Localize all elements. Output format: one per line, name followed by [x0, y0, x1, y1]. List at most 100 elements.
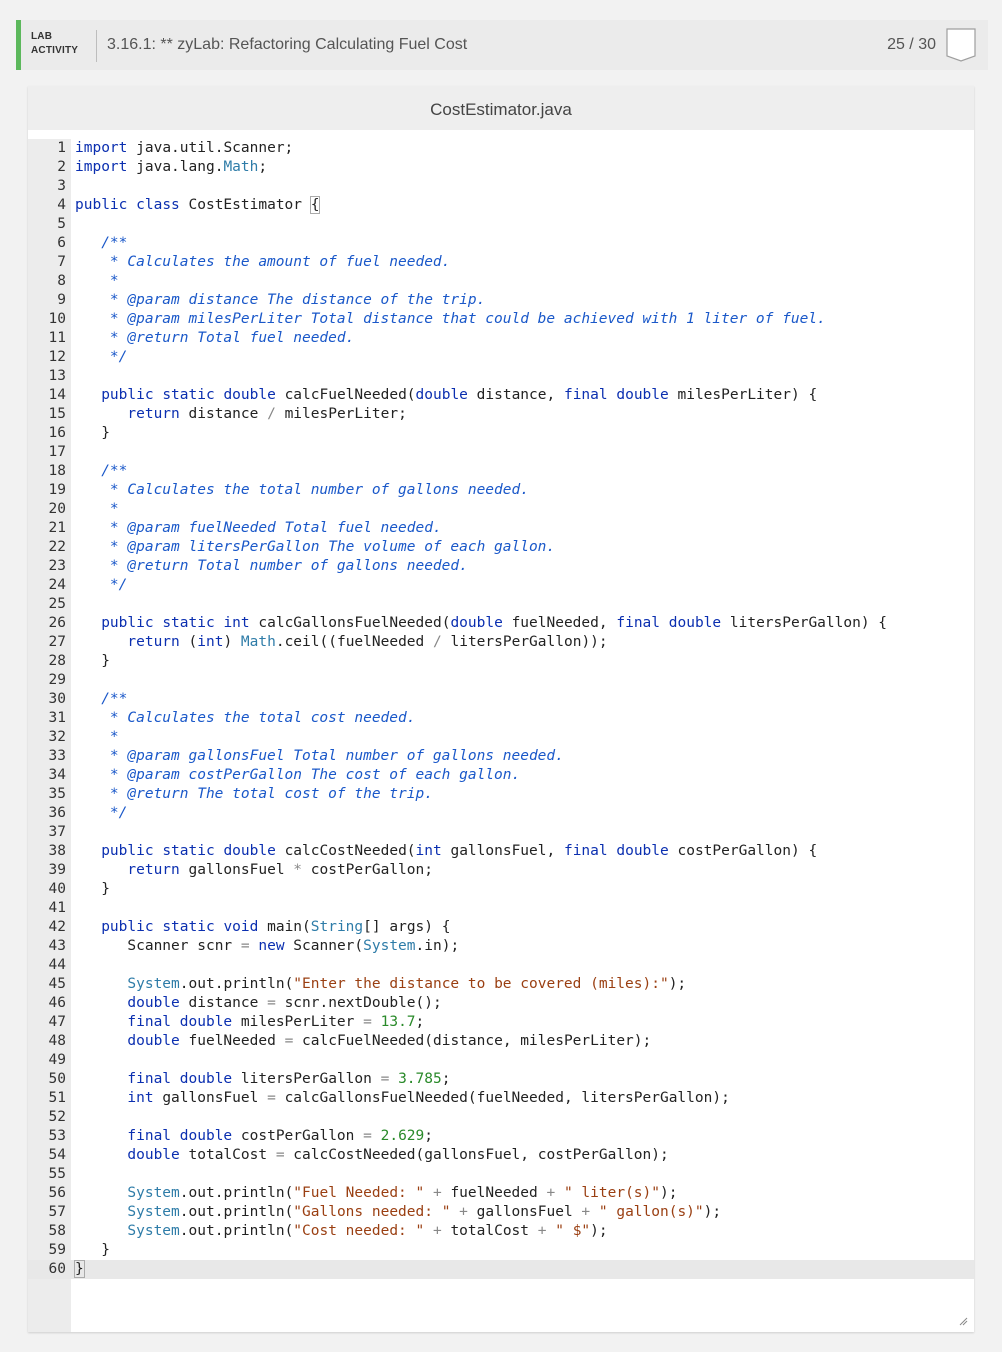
code-line[interactable]: 49 — [28, 1051, 974, 1070]
code-line[interactable]: 39 return gallonsFuel * costPerGallon; — [28, 861, 974, 880]
code-line[interactable]: 47 final double milesPerLiter = 13.7; — [28, 1013, 974, 1032]
line-text: */ — [75, 348, 127, 367]
line-text: final double milesPerLiter = 13.7; — [75, 1013, 424, 1032]
code-line[interactable]: 20 * — [28, 500, 974, 519]
code-line[interactable]: 13 — [28, 367, 974, 386]
line-text: Scanner scnr = new Scanner(System.in); — [75, 937, 459, 956]
code-line[interactable]: 42 public static void main(String[] args… — [28, 918, 974, 937]
activity-title: 3.16.1: ** zyLab: Refactoring Calculatin… — [107, 36, 467, 54]
code-line[interactable]: 29 — [28, 671, 974, 690]
code-line[interactable]: 1import java.util.Scanner; — [28, 139, 974, 158]
code-line[interactable]: 48 double fuelNeeded = calcFuelNeeded(di… — [28, 1032, 974, 1051]
score-badge-icon — [946, 28, 976, 62]
line-number: 60 — [28, 1260, 66, 1279]
line-text: /** — [75, 234, 127, 253]
code-line[interactable]: 4public class CostEstimator { — [28, 196, 974, 215]
code-line[interactable]: 10 * @param milesPerLiter Total distance… — [28, 310, 974, 329]
code-line[interactable]: 15 return distance / milesPerLiter; — [28, 405, 974, 424]
code-line[interactable]: 55 — [28, 1165, 974, 1184]
code-lines[interactable]: 1import java.util.Scanner;2import java.l… — [28, 139, 974, 1279]
code-line[interactable]: 57 System.out.println("Gallons needed: "… — [28, 1203, 974, 1222]
line-number: 9 — [28, 291, 66, 310]
code-line[interactable]: 24 */ — [28, 576, 974, 595]
code-line[interactable]: 35 * @return The total cost of the trip. — [28, 785, 974, 804]
code-line[interactable]: 45 System.out.println("Enter the distanc… — [28, 975, 974, 994]
line-text: /** — [75, 462, 127, 481]
line-text: * @param litersPerGallon The volume of e… — [75, 538, 555, 557]
line-number: 41 — [28, 899, 66, 918]
code-line[interactable]: 59 } — [28, 1241, 974, 1260]
line-number: 42 — [28, 918, 66, 937]
line-text: } — [75, 424, 110, 443]
code-line[interactable]: 8 * — [28, 272, 974, 291]
line-number: 21 — [28, 519, 66, 538]
code-line[interactable]: 19 * Calculates the total number of gall… — [28, 481, 974, 500]
line-number: 48 — [28, 1032, 66, 1051]
line-text: * @param distance The distance of the tr… — [75, 291, 485, 310]
code-line[interactable]: 40 } — [28, 880, 974, 899]
code-line[interactable]: 21 * @param fuelNeeded Total fuel needed… — [28, 519, 974, 538]
code-line[interactable]: 46 double distance = scnr.nextDouble(); — [28, 994, 974, 1013]
code-line[interactable]: 17 — [28, 443, 974, 462]
header-divider — [96, 30, 97, 62]
line-text: public static double calcFuelNeeded(doub… — [75, 386, 817, 405]
code-line[interactable]: 32 * — [28, 728, 974, 747]
code-line[interactable]: 3 — [28, 177, 974, 196]
code-line[interactable]: 6 /** — [28, 234, 974, 253]
code-card: CostEstimator.java 1import java.util.Sca… — [28, 86, 974, 1332]
code-line[interactable]: 60} — [28, 1260, 974, 1279]
resize-handle-icon[interactable] — [958, 1316, 968, 1326]
code-line[interactable]: 52 — [28, 1108, 974, 1127]
code-line[interactable]: 33 * @param gallonsFuel Total number of … — [28, 747, 974, 766]
line-text: final double litersPerGallon = 3.785; — [75, 1070, 450, 1089]
code-line[interactable]: 58 System.out.println("Cost needed: " + … — [28, 1222, 974, 1241]
code-line[interactable]: 50 final double litersPerGallon = 3.785; — [28, 1070, 974, 1089]
line-number: 40 — [28, 880, 66, 899]
code-line[interactable]: 43 Scanner scnr = new Scanner(System.in)… — [28, 937, 974, 956]
code-line[interactable]: 5 — [28, 215, 974, 234]
code-line[interactable]: 41 — [28, 899, 974, 918]
code-line[interactable]: 9 * @param distance The distance of the … — [28, 291, 974, 310]
line-text: } — [75, 1241, 110, 1260]
line-number: 44 — [28, 956, 66, 975]
line-number: 52 — [28, 1108, 66, 1127]
code-line[interactable]: 18 /** — [28, 462, 974, 481]
line-text: public static double calcCostNeeded(int … — [75, 842, 817, 861]
code-line[interactable]: 25 — [28, 595, 974, 614]
line-text: * — [75, 500, 119, 519]
code-line[interactable]: 38 public static double calcCostNeeded(i… — [28, 842, 974, 861]
code-line[interactable]: 11 * @return Total fuel needed. — [28, 329, 974, 348]
line-number: 11 — [28, 329, 66, 348]
line-number: 3 — [28, 177, 66, 196]
code-line[interactable]: 26 public static int calcGallonsFuelNeed… — [28, 614, 974, 633]
code-line[interactable]: 16 } — [28, 424, 974, 443]
line-number: 17 — [28, 443, 66, 462]
code-line[interactable]: 30 /** — [28, 690, 974, 709]
code-line[interactable]: 37 — [28, 823, 974, 842]
line-text: * @return Total fuel needed. — [75, 329, 354, 348]
code-line[interactable]: 34 * @param costPerGallon The cost of ea… — [28, 766, 974, 785]
code-line[interactable]: 31 * Calculates the total cost needed. — [28, 709, 974, 728]
line-number: 5 — [28, 215, 66, 234]
code-line[interactable]: 36 */ — [28, 804, 974, 823]
line-number: 43 — [28, 937, 66, 956]
lab-label-line2: ACTIVITY — [31, 44, 78, 58]
code-line[interactable]: 2import java.lang.Math; — [28, 158, 974, 177]
code-line[interactable]: 22 * @param litersPerGallon The volume o… — [28, 538, 974, 557]
code-line[interactable]: 44 — [28, 956, 974, 975]
code-line[interactable]: 28 } — [28, 652, 974, 671]
line-text: * — [75, 272, 119, 291]
code-line[interactable]: 23 * @return Total number of gallons nee… — [28, 557, 974, 576]
code-line[interactable]: 53 final double costPerGallon = 2.629; — [28, 1127, 974, 1146]
code-line[interactable]: 54 double totalCost = calcCostNeeded(gal… — [28, 1146, 974, 1165]
line-number: 16 — [28, 424, 66, 443]
code-line[interactable]: 12 */ — [28, 348, 974, 367]
code-line[interactable]: 27 return (int) Math.ceil((fuelNeeded / … — [28, 633, 974, 652]
code-line[interactable]: 14 public static double calcFuelNeeded(d… — [28, 386, 974, 405]
code-line[interactable]: 7 * Calculates the amount of fuel needed… — [28, 253, 974, 272]
line-number: 55 — [28, 1165, 66, 1184]
code-editor[interactable]: 1import java.util.Scanner;2import java.l… — [28, 139, 974, 1332]
line-text: * Calculates the amount of fuel needed. — [75, 253, 450, 272]
code-line[interactable]: 56 System.out.println("Fuel Needed: " + … — [28, 1184, 974, 1203]
code-line[interactable]: 51 int gallonsFuel = calcGallonsFuelNeed… — [28, 1089, 974, 1108]
